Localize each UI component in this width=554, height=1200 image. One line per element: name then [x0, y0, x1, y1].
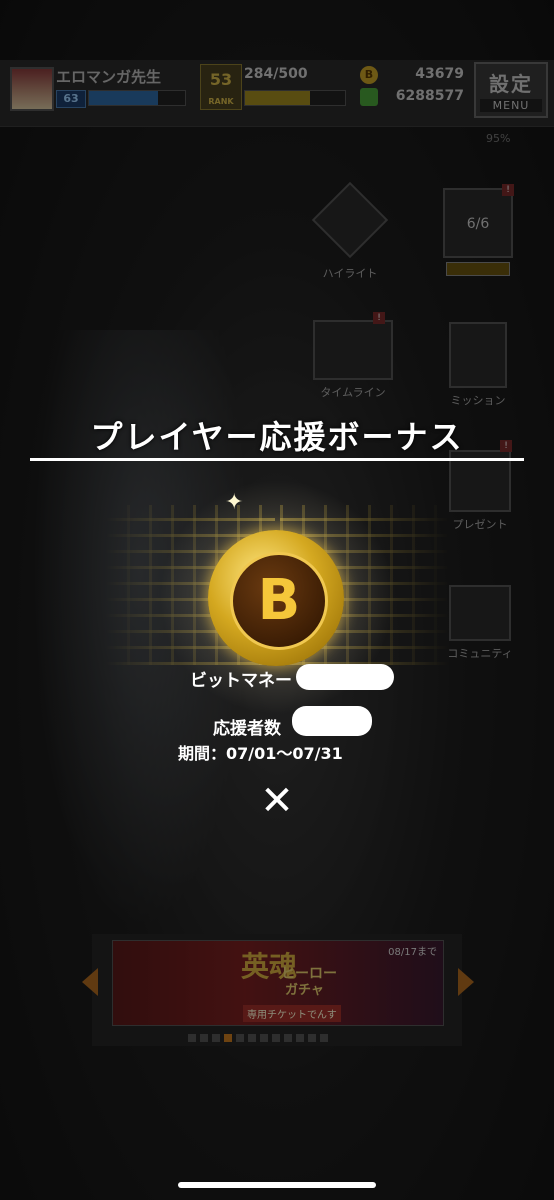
home-indicator[interactable] — [178, 1182, 376, 1188]
title-underline — [30, 458, 524, 461]
supporters-count-redaction — [292, 706, 372, 736]
bit-money-coin-icon: B — [208, 530, 344, 666]
bonus-period: 期間：07/01～07/31 — [178, 744, 343, 763]
coin-letter: B — [230, 552, 328, 650]
reward-label: ビットマネー — [190, 671, 292, 691]
dialog-title: プレイヤー応援ボーナス — [90, 418, 464, 456]
supporters-label: 応援者数 — [213, 719, 281, 739]
close-button[interactable]: ✕ — [252, 778, 302, 824]
reward-amount-redaction — [296, 664, 394, 690]
sparkle-icon: ✦ — [225, 490, 244, 515]
